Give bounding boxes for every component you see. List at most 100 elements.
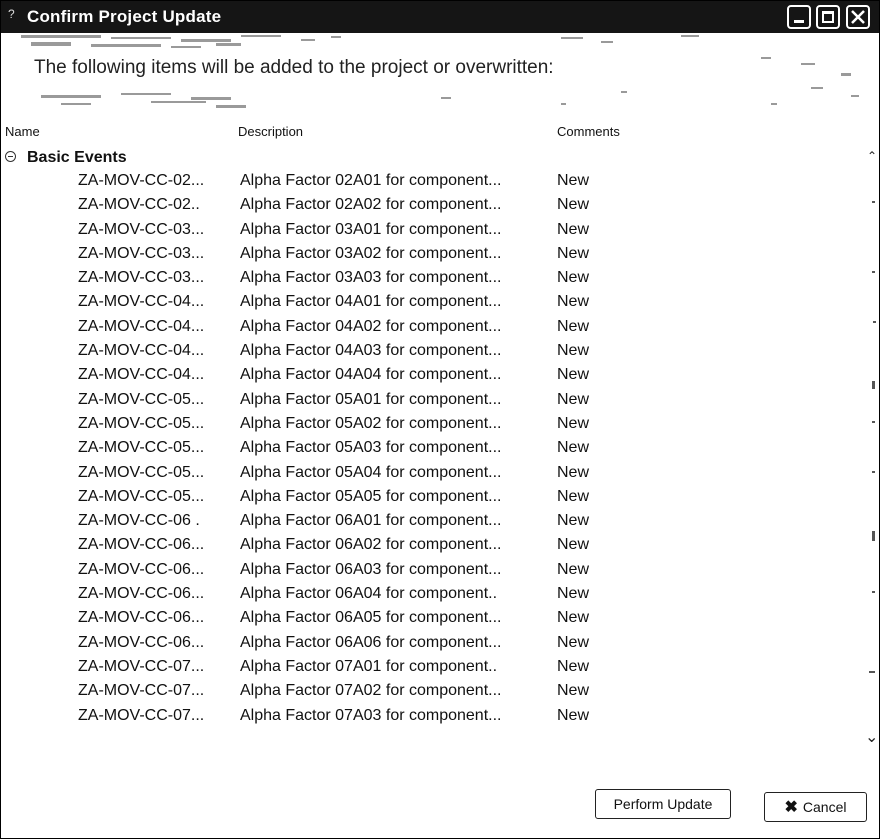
item-description: Alpha Factor 06A04 for component.. xyxy=(240,585,498,603)
item-name: ZA-MOV-CC-04... xyxy=(78,293,205,311)
item-comment: New xyxy=(557,657,590,675)
confirm-project-update-dialog: ? Confirm Project Update The following i… xyxy=(0,0,880,839)
column-header-name[interactable]: Name xyxy=(5,124,40,139)
item-description: Alpha Factor 02A02 for component... xyxy=(240,196,502,214)
list-item[interactable]: ZA-MOV-CC-06... Alpha Factor 06A03 for co… xyxy=(1,559,861,583)
item-name: ZA-MOV-CC-05... xyxy=(78,463,205,481)
list-item[interactable]: ZA-MOV-CC-05... Alpha Factor 05A03 for co… xyxy=(1,437,861,461)
list-item[interactable]: ZA-MOV-CC-04... Alpha Factor 04A01 for co… xyxy=(1,291,861,315)
list-item[interactable]: ZA-MOV-CC-06 . Alpha Factor 06A01 for com… xyxy=(1,510,861,534)
item-name: ZA-MOV-CC-04... xyxy=(78,317,205,335)
column-header-description[interactable]: Description xyxy=(238,124,303,139)
item-description: Alpha Factor 03A02 for component... xyxy=(240,244,502,262)
item-description: Alpha Factor 04A03 for component... xyxy=(240,342,502,360)
list-item[interactable]: ZA-MOV-CC-03... Alpha Factor 03A03 for co… xyxy=(1,267,861,291)
item-comment: New xyxy=(557,220,590,238)
item-comment: New xyxy=(557,196,590,214)
list-item[interactable]: ZA-MOV-CC-05... Alpha Factor 05A04 for co… xyxy=(1,462,861,486)
item-name: ZA-MOV-CC-03... xyxy=(78,244,205,262)
item-description: Alpha Factor 07A02 for component... xyxy=(240,682,502,700)
item-description: Alpha Factor 06A03 for component... xyxy=(240,560,502,578)
list-item[interactable]: ZA-MOV-CC-04... Alpha Factor 04A02 for co… xyxy=(1,316,861,340)
item-name: ZA-MOV-CC-07... xyxy=(78,682,205,700)
cancel-label: Cancel xyxy=(802,799,847,815)
list-item[interactable]: ZA-MOV-CC-06... Alpha Factor 06A06 for co… xyxy=(1,632,861,656)
list-item[interactable]: ZA-MOV-CC-07... Alpha Factor 07A02 for co… xyxy=(1,680,861,704)
item-description: Alpha Factor 05A05 for component... xyxy=(240,487,502,505)
item-name: ZA-MOV-CC-05... xyxy=(78,487,205,505)
list-item[interactable]: ZA-MOV-CC-05... Alpha Factor 05A01 for co… xyxy=(1,389,861,413)
item-comment: New xyxy=(557,536,590,554)
item-name: ZA-MOV-CC-02... xyxy=(78,172,205,189)
item-description: Alpha Factor 03A01 for component... xyxy=(240,220,502,238)
scroll-down-icon[interactable]: ⌄ xyxy=(865,727,878,747)
items-list: ZA-MOV-CC-02... Alpha Factor 02A01 for co… xyxy=(1,170,861,729)
list-item[interactable]: ZA-MOV-CC-04... Alpha Factor 04A04 for co… xyxy=(1,364,861,388)
scroll-track[interactable] xyxy=(869,171,876,711)
item-description: Alpha Factor 04A02 for component... xyxy=(240,317,502,335)
item-name: ZA-MOV-CC-03... xyxy=(78,220,205,238)
list-item[interactable]: ZA-MOV-CC-05... Alpha Factor 05A05 for co… xyxy=(1,486,861,510)
app-icon: ? xyxy=(8,7,15,21)
item-name: ZA-MOV-CC-02.. xyxy=(78,196,200,214)
info-banner: The following items will be added to the… xyxy=(1,33,879,121)
group-label: Basic Events xyxy=(27,149,127,166)
item-comment: New xyxy=(557,390,590,408)
list-item[interactable]: ZA-MOV-CC-02... Alpha Factor 02A01 for co… xyxy=(1,170,861,194)
list-item[interactable]: ZA-MOV-CC-03... Alpha Factor 03A01 for co… xyxy=(1,219,861,243)
list-item[interactable]: ZA-MOV-CC-06... Alpha Factor 06A04 for co… xyxy=(1,583,861,607)
banner-message: The following items will be added to the… xyxy=(34,57,554,78)
cancel-x-icon: ✖ xyxy=(784,799,798,816)
list-item[interactable]: ZA-MOV-CC-02.. Alpha Factor 02A02 for com… xyxy=(1,194,861,218)
item-comment: New xyxy=(557,269,590,287)
item-description: Alpha Factor 05A04 for component... xyxy=(240,463,502,481)
item-name: ZA-MOV-CC-07... xyxy=(78,706,205,724)
maximize-icon[interactable] xyxy=(816,5,840,29)
item-name: ZA-MOV-CC-05... xyxy=(78,390,205,408)
item-comment: New xyxy=(557,512,590,530)
column-header-comments[interactable]: Comments xyxy=(557,124,620,139)
item-name: ZA-MOV-CC-06... xyxy=(78,609,205,627)
item-description: Alpha Factor 03A03 for component... xyxy=(240,269,502,287)
item-comment: New xyxy=(557,463,590,481)
item-comment: New xyxy=(557,172,590,189)
title-bar[interactable]: ? Confirm Project Update xyxy=(1,1,879,33)
item-name: ZA-MOV-CC-06 . xyxy=(78,512,200,530)
item-description: Alpha Factor 05A02 for component... xyxy=(240,414,502,432)
item-comment: New xyxy=(557,560,590,578)
perform-update-button[interactable]: Perform Update xyxy=(595,789,731,819)
list-item[interactable]: ZA-MOV-CC-05... Alpha Factor 05A02 for co… xyxy=(1,413,861,437)
dialog-title: Confirm Project Update xyxy=(27,7,222,26)
vertical-scrollbar[interactable] xyxy=(861,141,879,771)
item-description: Alpha Factor 04A04 for component... xyxy=(240,366,502,384)
close-icon[interactable] xyxy=(846,5,870,29)
item-comment: New xyxy=(557,317,590,335)
list-item[interactable]: ZA-MOV-CC-06... Alpha Factor 06A05 for co… xyxy=(1,607,861,631)
list-item[interactable]: ZA-MOV-CC-04... Alpha Factor 04A03 for co… xyxy=(1,340,861,364)
item-name: ZA-MOV-CC-03... xyxy=(78,269,205,287)
item-description: Alpha Factor 06A01 for component... xyxy=(240,512,502,530)
collapse-icon[interactable] xyxy=(5,151,16,162)
minimize-icon[interactable] xyxy=(787,5,811,29)
list-item[interactable]: ZA-MOV-CC-06... Alpha Factor 06A02 for co… xyxy=(1,534,861,558)
list-item[interactable]: ZA-MOV-CC-03... Alpha Factor 03A02 for co… xyxy=(1,243,861,267)
item-comment: New xyxy=(557,366,590,384)
list-item[interactable]: ZA-MOV-CC-07... Alpha Factor 07A03 for co… xyxy=(1,705,861,729)
list-item[interactable]: ZA-MOV-CC-07... Alpha Factor 07A01 for co… xyxy=(1,656,861,680)
item-name: ZA-MOV-CC-06... xyxy=(78,560,205,578)
item-description: Alpha Factor 05A03 for component... xyxy=(240,439,502,457)
item-name: ZA-MOV-CC-05... xyxy=(78,414,205,432)
cancel-button[interactable]: ✖ Cancel xyxy=(764,792,867,822)
item-description: Alpha Factor 06A02 for component... xyxy=(240,536,502,554)
group-row-basic-events[interactable]: Basic Events xyxy=(1,147,861,169)
item-name: ZA-MOV-CC-07... xyxy=(78,657,205,675)
item-description: Alpha Factor 04A01 for component... xyxy=(240,293,502,311)
item-description: Alpha Factor 07A03 for component... xyxy=(240,706,502,724)
item-comment: New xyxy=(557,414,590,432)
item-name: ZA-MOV-CC-05... xyxy=(78,439,205,457)
item-comment: New xyxy=(557,609,590,627)
item-description: Alpha Factor 06A05 for component... xyxy=(240,609,502,627)
item-description: Alpha Factor 06A06 for component... xyxy=(240,633,502,651)
scroll-up-icon[interactable]: ⌃ xyxy=(867,149,877,163)
item-comment: New xyxy=(557,342,590,360)
